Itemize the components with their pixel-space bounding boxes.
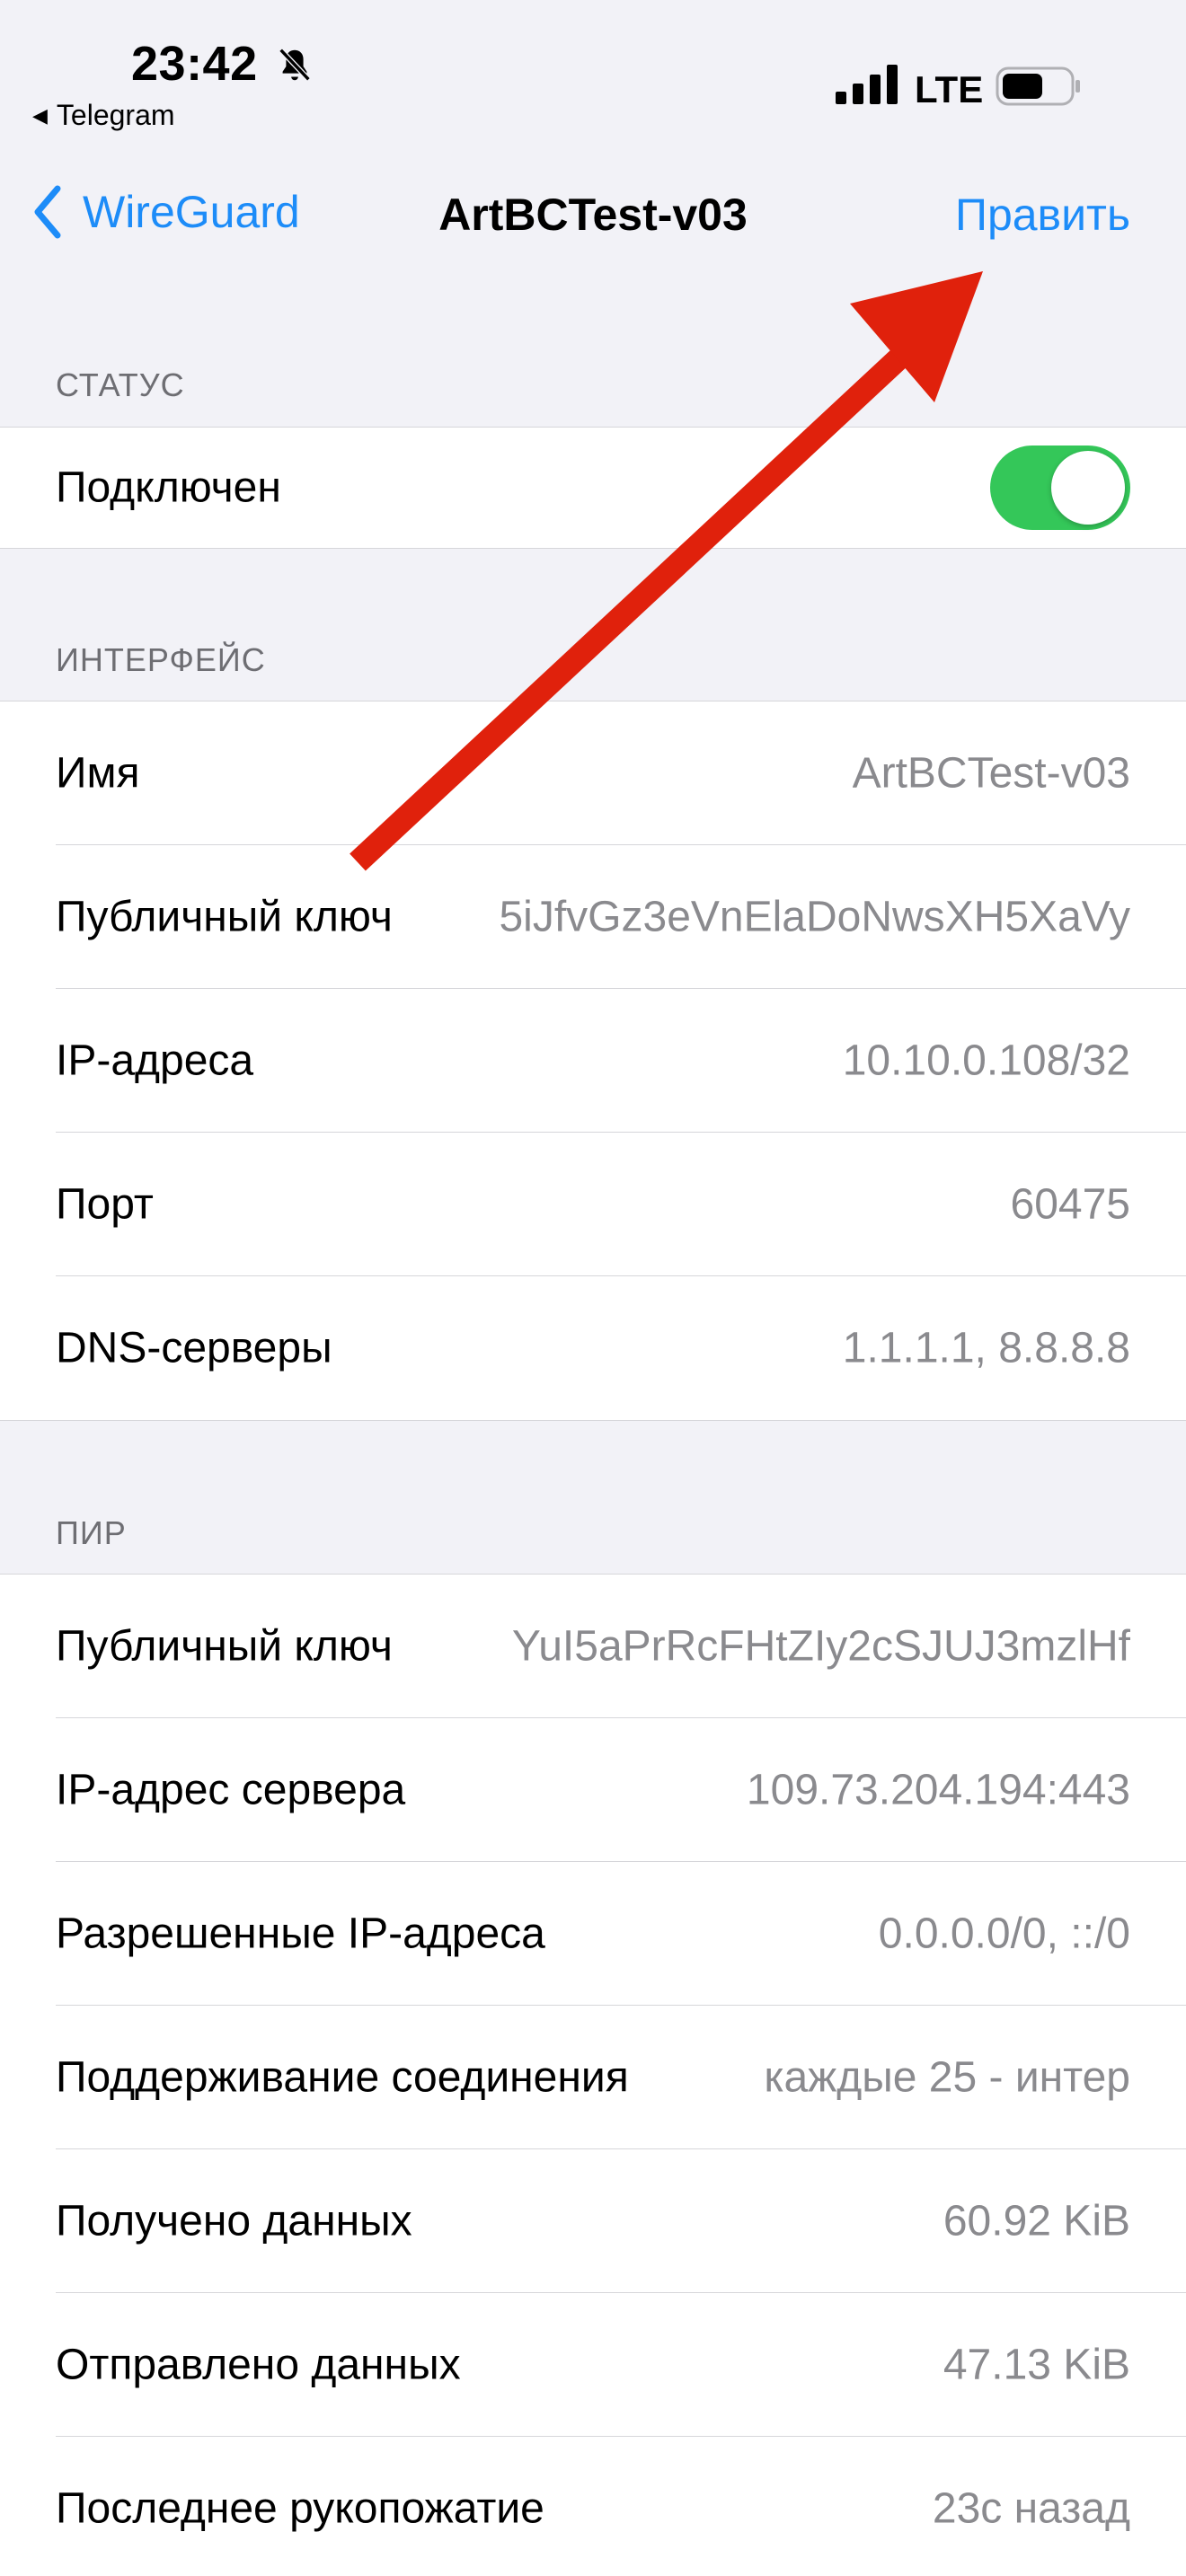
row-value: 5iJfvGz3eVnElaDoNwsXH5XaVy	[499, 893, 1130, 941]
row-value: 1.1.1.1, 8.8.8.8	[842, 1324, 1130, 1372]
toggle-knob	[1051, 451, 1125, 525]
back-to-app-link[interactable]: ◀ Telegram	[32, 99, 175, 132]
peer-row-endpoint[interactable]: IP-адрес сервера 109.73.204.194:443	[0, 1718, 1186, 1862]
row-value: 23с назад	[932, 2484, 1130, 2533]
peer-group: Публичный ключ YuI5aPrRcFHtZIy2cSJUJ3mzl…	[0, 1574, 1186, 2576]
row-value: каждые 25 - интер	[764, 2053, 1130, 2102]
row-label: Разрешенные IP-адреса	[56, 1910, 545, 1958]
interface-row-port[interactable]: Порт 60475	[0, 1133, 1186, 1276]
interface-row-dns[interactable]: DNS-серверы 1.1.1.1, 8.8.8.8	[0, 1276, 1186, 1420]
row-label: IP-адреса	[56, 1037, 254, 1085]
network-type: LTE	[915, 68, 984, 110]
peer-row-keepalive[interactable]: Поддерживание соединения каждые 25 - инт…	[0, 2006, 1186, 2149]
connected-row: Подключен	[0, 428, 1186, 548]
back-triangle-icon: ◀	[32, 103, 48, 127]
peer-section-header: ПИР	[56, 1514, 127, 1551]
row-label: Получено данных	[56, 2197, 412, 2245]
row-value: 109.73.204.194:443	[746, 1766, 1130, 1814]
row-value: 10.10.0.108/32	[842, 1037, 1130, 1085]
row-label: Имя	[56, 749, 140, 798]
row-value: 60.92 KiB	[943, 2197, 1130, 2245]
peer-row-sent[interactable]: Отправлено данных 47.13 KiB	[0, 2293, 1186, 2437]
bell-slash-icon	[279, 48, 311, 82]
edit-button[interactable]: Править	[955, 189, 1130, 241]
battery-icon	[996, 66, 1080, 106]
row-value: YuI5aPrRcFHtZIy2cSJUJ3mzlHf	[511, 1622, 1130, 1671]
row-value: ArtBCTest-v03	[852, 749, 1130, 798]
connected-label: Подключен	[56, 463, 281, 512]
status-bar: 23:42 ◀ Telegram LTE	[0, 0, 1186, 153]
row-label: Публичный ключ	[56, 1622, 393, 1671]
row-value: 60475	[1010, 1180, 1130, 1229]
interface-section-header: ИНТЕРФЕЙС	[56, 641, 266, 678]
interface-row-name[interactable]: Имя ArtBCTest-v03	[0, 701, 1186, 845]
row-value: 47.13 KiB	[943, 2341, 1130, 2389]
row-label: Отправлено данных	[56, 2341, 461, 2389]
status-section-header: СТАТУС	[56, 366, 185, 403]
row-label: Публичный ключ	[56, 893, 393, 941]
navigation-bar: WireGuard ArtBCTest-v03 Править	[0, 162, 1186, 269]
interface-row-public-key[interactable]: Публичный ключ 5iJfvGz3eVnElaDoNwsXH5XaV…	[0, 845, 1186, 989]
interface-group: Имя ArtBCTest-v03 Публичный ключ 5iJfvGz…	[0, 701, 1186, 1421]
status-group: Подключен	[0, 427, 1186, 549]
annotation-arrow-head	[850, 271, 983, 402]
row-label: Порт	[56, 1180, 154, 1229]
status-time: 23:42	[131, 37, 258, 91]
row-label: Поддерживание соединения	[56, 2053, 629, 2102]
peer-row-allowed-ips[interactable]: Разрешенные IP-адреса 0.0.0.0/0, ::/0	[0, 1862, 1186, 2006]
signal-icon	[836, 65, 898, 104]
peer-row-handshake[interactable]: Последнее рукопожатие 23с назад	[0, 2437, 1186, 2576]
wireguard-tunnel-screen: 23:42 ◀ Telegram LTE WireGuard ArtBCTest…	[0, 0, 1186, 2576]
peer-row-public-key[interactable]: Публичный ключ YuI5aPrRcFHtZIy2cSJUJ3mzl…	[0, 1575, 1186, 1718]
row-label: IP-адрес сервера	[56, 1766, 406, 1814]
row-label: DNS-серверы	[56, 1324, 332, 1372]
row-label: Последнее рукопожатие	[56, 2484, 544, 2533]
row-value: 0.0.0.0/0, ::/0	[878, 1910, 1130, 1958]
back-app-label: Telegram	[56, 99, 175, 131]
peer-row-received[interactable]: Получено данных 60.92 KiB	[0, 2149, 1186, 2293]
interface-row-ip-addresses[interactable]: IP-адреса 10.10.0.108/32	[0, 989, 1186, 1133]
connection-toggle[interactable]	[990, 446, 1130, 530]
